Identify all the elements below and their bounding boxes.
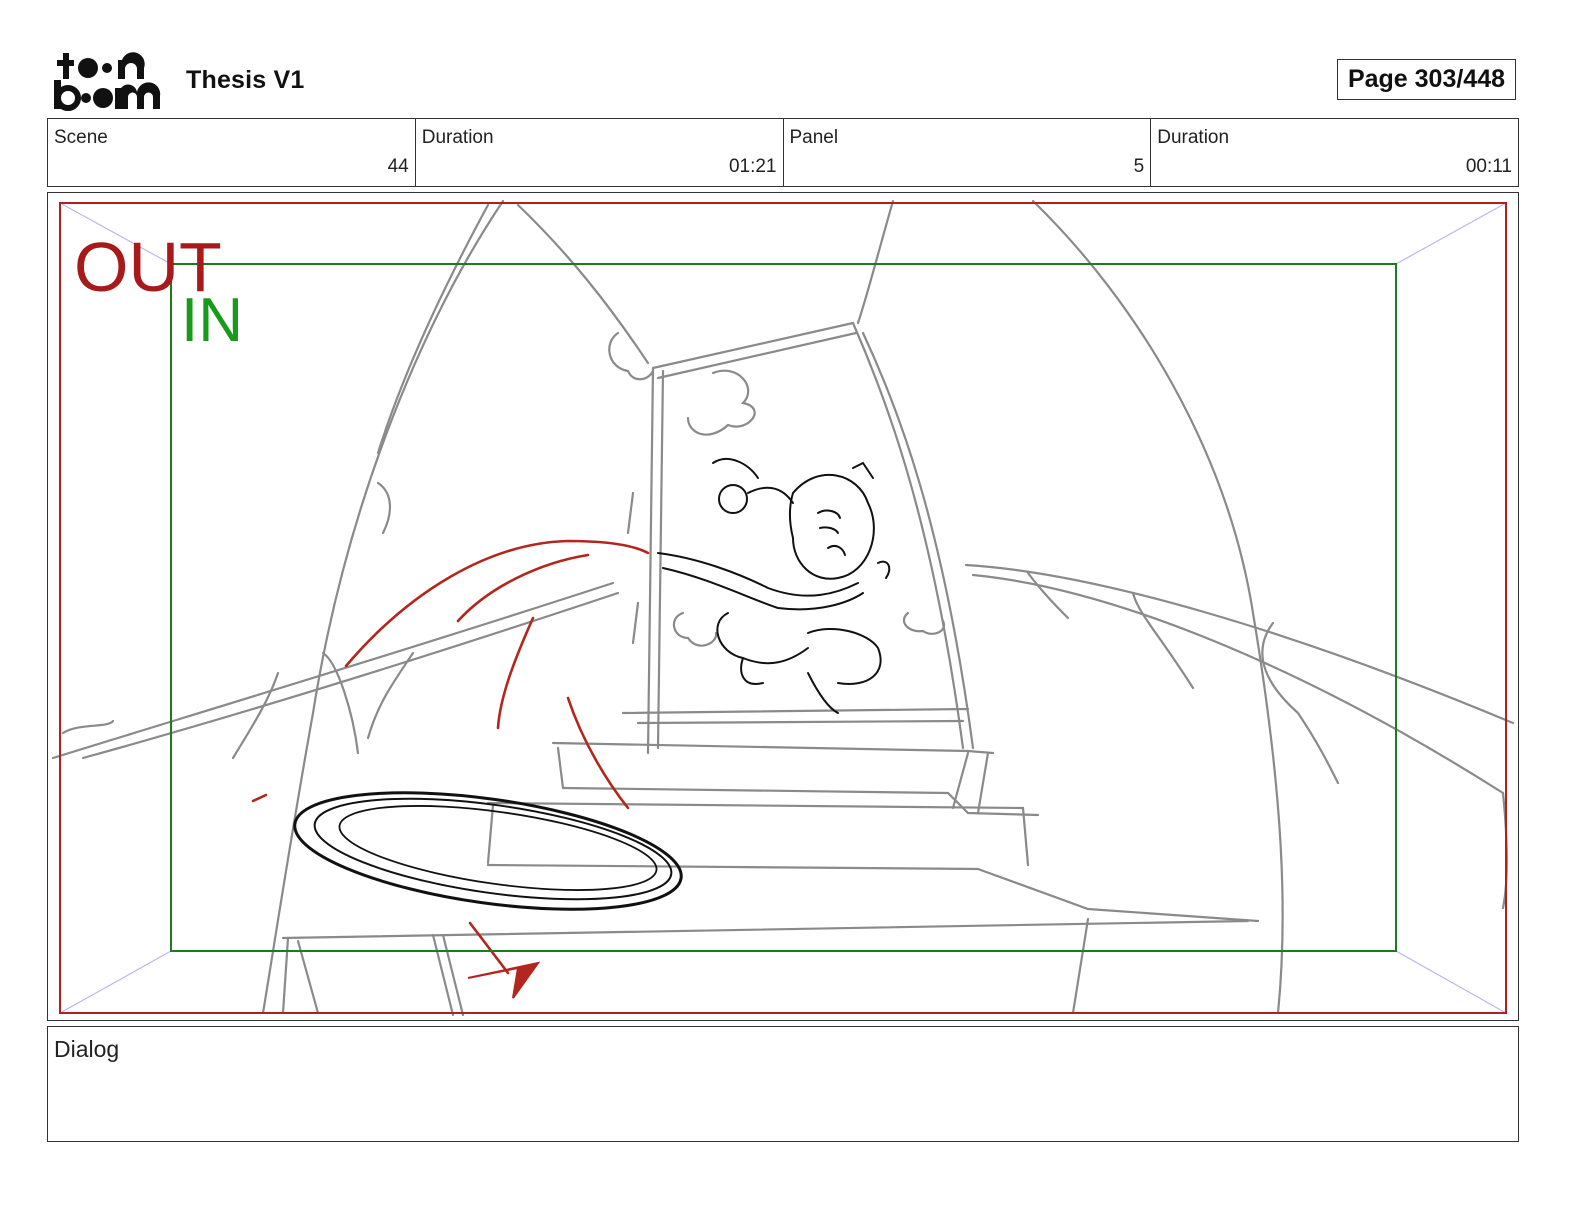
panel-duration-value: 00:11 xyxy=(1465,156,1512,177)
dialog-label: Dialog xyxy=(54,1036,120,1062)
panel-duration-cell: Duration 00:11 xyxy=(1151,119,1518,186)
panel-info-row: Scene 44 Duration 01:21 Panel 5 Duration… xyxy=(47,118,1519,187)
in-frame xyxy=(170,263,1397,952)
page-indicator: Page 303/448 xyxy=(1337,59,1516,100)
scene-label: Scene xyxy=(54,127,108,148)
toonboom-logo xyxy=(52,50,164,112)
panel-value: 5 xyxy=(1133,156,1145,177)
scene-duration-value: 01:21 xyxy=(728,156,777,177)
scene-duration-label: Duration xyxy=(421,127,494,148)
storyboard-panel: OUT IN xyxy=(47,192,1519,1021)
character-sketch xyxy=(657,458,891,714)
in-label: IN xyxy=(181,286,243,355)
dialog-box: Dialog xyxy=(47,1026,1519,1142)
scene-value: 44 xyxy=(387,156,409,177)
panel-cell: Panel 5 xyxy=(784,119,1152,186)
scene-cell: Scene 44 xyxy=(48,119,416,186)
panel-drawing: OUT IN xyxy=(51,199,1515,1017)
panel-duration-label: Duration xyxy=(1157,127,1230,148)
project-title: Thesis V1 xyxy=(186,66,305,94)
toonboom-logo-mark xyxy=(54,52,161,111)
panel-label: Panel xyxy=(789,127,839,148)
scene-duration-cell: Duration 01:21 xyxy=(416,119,784,186)
